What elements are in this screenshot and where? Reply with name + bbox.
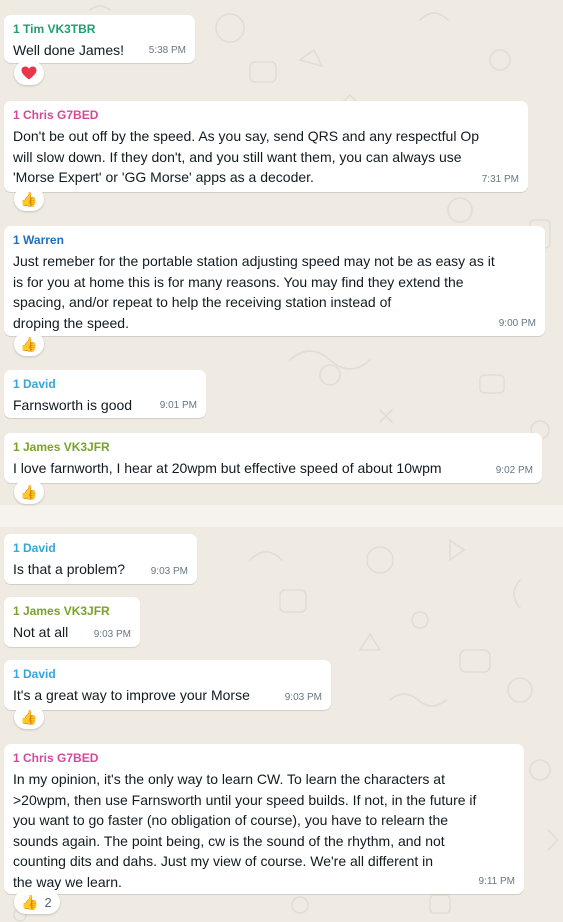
message-reaction[interactable]: 👍: [14, 705, 44, 729]
message-bubble[interactable]: 1 James VK3JFR I love farnworth, I hear …: [4, 433, 542, 483]
message-bubble[interactable]: 1 Chris G7BED In my opinion, it's the on…: [4, 744, 524, 894]
message-bubble[interactable]: 1 Chris G7BED Don't be out off by the sp…: [4, 101, 528, 192]
reaction-count: 2: [44, 894, 52, 910]
message-bubble[interactable]: 1 David Farnsworth is good 9:01 PM: [4, 370, 206, 418]
thumbs-up-icon: 👍: [21, 893, 39, 910]
message-reaction[interactable]: [14, 61, 44, 85]
date-divider-band: [0, 505, 563, 527]
thumbs-up-icon: 👍: [20, 190, 38, 207]
message-time: 7:31 PM: [481, 174, 519, 185]
message-reaction[interactable]: 👍: [14, 480, 44, 504]
message-sender[interactable]: 1 James VK3JFR: [13, 603, 130, 619]
message-bubble[interactable]: 1 Tim VK3TBR Well done James! 5:38 PM: [4, 15, 195, 63]
message-text: Just remeber for the portable station ad…: [13, 253, 495, 331]
message-sender[interactable]: 1 David: [13, 376, 196, 392]
message-sender[interactable]: 1 Chris G7BED: [13, 750, 514, 766]
thumbs-up-icon: 👍: [20, 708, 38, 725]
message-sender[interactable]: 1 David: [13, 666, 321, 682]
message-text: It's a great way to improve your Morse: [13, 687, 250, 703]
message-time: 9:03 PM: [93, 629, 131, 640]
message-reaction[interactable]: 👍: [14, 332, 44, 356]
thumbs-up-icon: 👍: [20, 335, 38, 352]
message-text: I love farnworth, I hear at 20wpm but ef…: [13, 460, 442, 476]
message-time: 9:11 PM: [478, 876, 516, 887]
message-time: 9:03 PM: [284, 692, 322, 703]
message-reaction[interactable]: 👍: [14, 187, 44, 211]
heart-icon: [21, 66, 37, 80]
message-text: Don't be out off by the speed. As you sa…: [13, 128, 479, 185]
message-bubble[interactable]: 1 David Is that a problem? 9:03 PM: [4, 534, 197, 584]
thumbs-up-icon: 👍: [20, 483, 38, 500]
message-sender[interactable]: 1 David: [13, 540, 187, 556]
message-time: 9:01 PM: [159, 400, 197, 411]
message-sender[interactable]: 1 Chris G7BED: [13, 107, 518, 123]
message-time: 9:02 PM: [495, 465, 533, 476]
message-sender[interactable]: 1 James VK3JFR: [13, 439, 532, 455]
message-time: 5:38 PM: [148, 45, 186, 56]
message-bubble[interactable]: 1 David It's a great way to improve your…: [4, 660, 331, 710]
message-time: 9:00 PM: [498, 318, 536, 329]
message-sender[interactable]: 1 Tim VK3TBR: [13, 21, 185, 37]
message-time: 9:03 PM: [150, 566, 188, 577]
message-reaction[interactable]: 👍 2: [14, 890, 60, 914]
message-bubble[interactable]: 1 James VK3JFR Not at all 9:03 PM: [4, 597, 140, 647]
message-text: In my opinion, it's the only way to lear…: [13, 771, 477, 890]
message-sender[interactable]: 1 Warren: [13, 232, 535, 248]
message-bubble[interactable]: 1 Warren Just remeber for the portable s…: [4, 226, 545, 336]
